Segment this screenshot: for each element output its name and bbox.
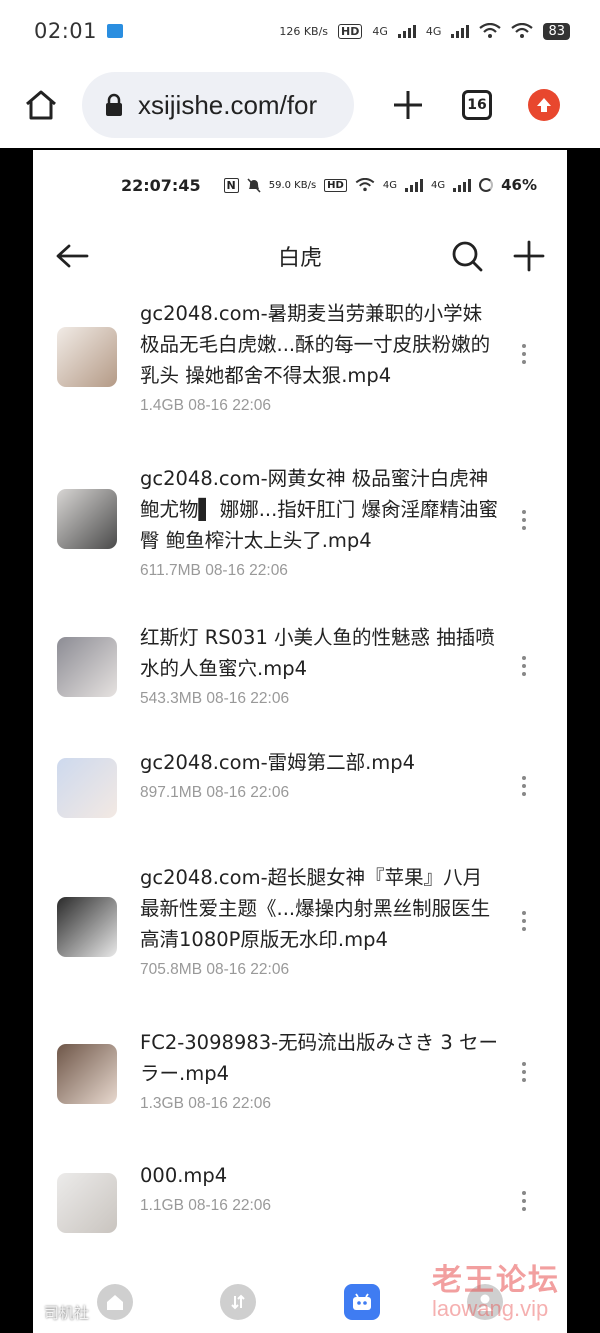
- wifi-icon: [479, 23, 502, 38]
- inner-signal-4g: 4G: [382, 179, 397, 191]
- more-options-icon[interactable]: [521, 1191, 527, 1211]
- browser-toolbar: xsijishe.com/for 16: [0, 62, 600, 148]
- file-thumbnail: [57, 1044, 117, 1104]
- file-meta: 611.7MB 08-16 22:06: [140, 562, 288, 579]
- notification-app-icon: [107, 24, 124, 38]
- back-arrow-icon[interactable]: [55, 243, 89, 269]
- home-button[interactable]: [22, 86, 60, 124]
- home-icon: [106, 1294, 123, 1310]
- transfer-icon: [231, 1294, 245, 1309]
- battery-icon: 83: [543, 22, 570, 40]
- file-thumbnail: [57, 897, 117, 957]
- more-options-icon[interactable]: [521, 656, 527, 676]
- inner-signal-bars-icon-2: [453, 178, 472, 192]
- wifi-icon-2: [511, 23, 534, 38]
- nav-home-button[interactable]: [96, 1283, 133, 1320]
- inner-battery-percent: 46%: [501, 176, 537, 194]
- more-options-icon[interactable]: [521, 776, 527, 796]
- search-icon[interactable]: [451, 240, 483, 272]
- new-tab-button[interactable]: [390, 87, 426, 123]
- file-name: gc2048.com-暑期麦当劳兼职的小学妹 极品无毛白虎嫩...酥的每一寸皮肤…: [140, 302, 491, 387]
- inner-status-time: 22:07:45: [121, 175, 201, 195]
- file-thumbnail: [57, 637, 117, 697]
- inner-signal-bars-icon: [404, 178, 423, 192]
- file-thumbnail: [57, 327, 117, 387]
- more-options-icon[interactable]: [521, 911, 527, 931]
- file-item[interactable]: gc2048.com-网黄女神 极品蜜汁白虎神鲍尤物▌ 娜娜...指奸肛门 爆肏…: [33, 455, 567, 605]
- file-name: gc2048.com-网黄女神 极品蜜汁白虎神鲍尤物▌ 娜娜...指奸肛门 爆肏…: [140, 467, 498, 552]
- file-name: 000.mp4: [140, 1164, 228, 1187]
- nav-files-button[interactable]: [343, 1283, 380, 1320]
- watermark-url: laowang.vip: [432, 1296, 549, 1321]
- signal-bars-icon-2: [451, 24, 470, 38]
- nfc-icon: N: [223, 177, 239, 193]
- arrow-up-icon: [537, 98, 551, 112]
- status-time: 02:01: [34, 19, 98, 43]
- file-name: 红斯灯 RS031 小美人鱼的性魅惑 抽插喷水的人鱼蜜穴.mp4: [140, 626, 495, 680]
- hd-icon: HD: [338, 23, 363, 39]
- status-indicators: 126 KB/s HD 4G 4G 83: [279, 22, 570, 40]
- file-item[interactable]: gc2048.com-雷姆第二部.mp4 897.1MB 08-16 22:06: [33, 745, 567, 835]
- home-icon: [26, 90, 56, 120]
- file-thumbnail: [57, 1173, 117, 1233]
- file-meta: 1.1GB 08-16 22:06: [140, 1197, 271, 1214]
- inner-status-bar: 22:07:45 N 59.0 KB/s HD 4G 4G 46%: [33, 150, 567, 220]
- file-meta: 1.4GB 08-16 22:06: [140, 397, 271, 414]
- more-options-icon[interactable]: [521, 1062, 527, 1082]
- file-name: gc2048.com-超长腿女神『苹果』八月最新性爱主题《...爆操内射黑丝制服…: [140, 866, 491, 951]
- robot-icon: [352, 1293, 371, 1310]
- mute-bell-icon: [247, 177, 261, 193]
- app-header: 白虎: [33, 222, 567, 290]
- file-name: FC2-3098983-无码流出版みさき 3 セーラー.mp4: [140, 1031, 498, 1085]
- file-thumbnail: [57, 489, 117, 549]
- file-item[interactable]: gc2048.com-超长腿女神『苹果』八月最新性爱主题《...爆操内射黑丝制服…: [33, 858, 567, 1008]
- file-name: gc2048.com-雷姆第二部.mp4: [140, 751, 416, 774]
- inner-hd-icon: HD: [324, 178, 347, 192]
- file-item[interactable]: 红斯灯 RS031 小美人鱼的性魅惑 抽插喷水的人鱼蜜穴.mp4 543.3MB…: [33, 620, 567, 730]
- file-meta: 897.1MB 08-16 22:06: [140, 784, 290, 801]
- signal-4g-label-2: 4G: [425, 24, 442, 38]
- file-meta: 1.3GB 08-16 22:06: [140, 1095, 271, 1112]
- file-meta: 705.8MB 08-16 22:06: [140, 961, 290, 978]
- outer-status-bar: 02:01 126 KB/s HD 4G 4G 83: [0, 0, 600, 62]
- file-thumbnail: [57, 758, 117, 818]
- embedded-screenshot: 22:07:45 N 59.0 KB/s HD 4G 4G 46% 白虎 gc2: [33, 150, 567, 1333]
- file-item[interactable]: gc2048.com-暑期麦当劳兼职的小学妹 极品无毛白虎嫩...酥的每一寸皮肤…: [33, 290, 567, 440]
- file-item[interactable]: 000.mp4 1.1GB 08-16 22:06: [33, 1164, 567, 1255]
- upload-button[interactable]: [528, 89, 560, 121]
- watermark-left: 司机社: [44, 1304, 90, 1322]
- watermark-logo: 老王论坛: [432, 1263, 560, 1298]
- inner-net-speed: 59.0 KB/s: [268, 179, 317, 191]
- tab-switcher-button[interactable]: 16: [462, 90, 492, 120]
- inner-wifi-icon: [355, 178, 375, 192]
- more-options-icon[interactable]: [521, 510, 527, 530]
- file-item[interactable]: FC2-3098983-无码流出版みさき 3 セーラー.mp4 1.3GB 08…: [33, 1025, 567, 1135]
- signal-4g-label: 4G: [372, 24, 388, 38]
- inner-signal-4g-2: 4G: [430, 179, 446, 191]
- nav-transfer-button[interactable]: [220, 1283, 257, 1320]
- inner-status-indicators: N 59.0 KB/s HD 4G 4G 46%: [223, 176, 537, 194]
- battery-ring-icon: [479, 178, 494, 192]
- more-options-icon[interactable]: [521, 344, 527, 364]
- file-meta: 543.3MB 08-16 22:06: [140, 690, 290, 707]
- url-text: xsijishe.com/for: [138, 89, 318, 120]
- net-speed: 126 KB/s: [279, 24, 329, 38]
- add-icon[interactable]: [513, 240, 545, 272]
- signal-bars-icon: [397, 24, 416, 38]
- lock-icon: [106, 93, 122, 116]
- address-bar[interactable]: xsijishe.com/for: [82, 72, 354, 138]
